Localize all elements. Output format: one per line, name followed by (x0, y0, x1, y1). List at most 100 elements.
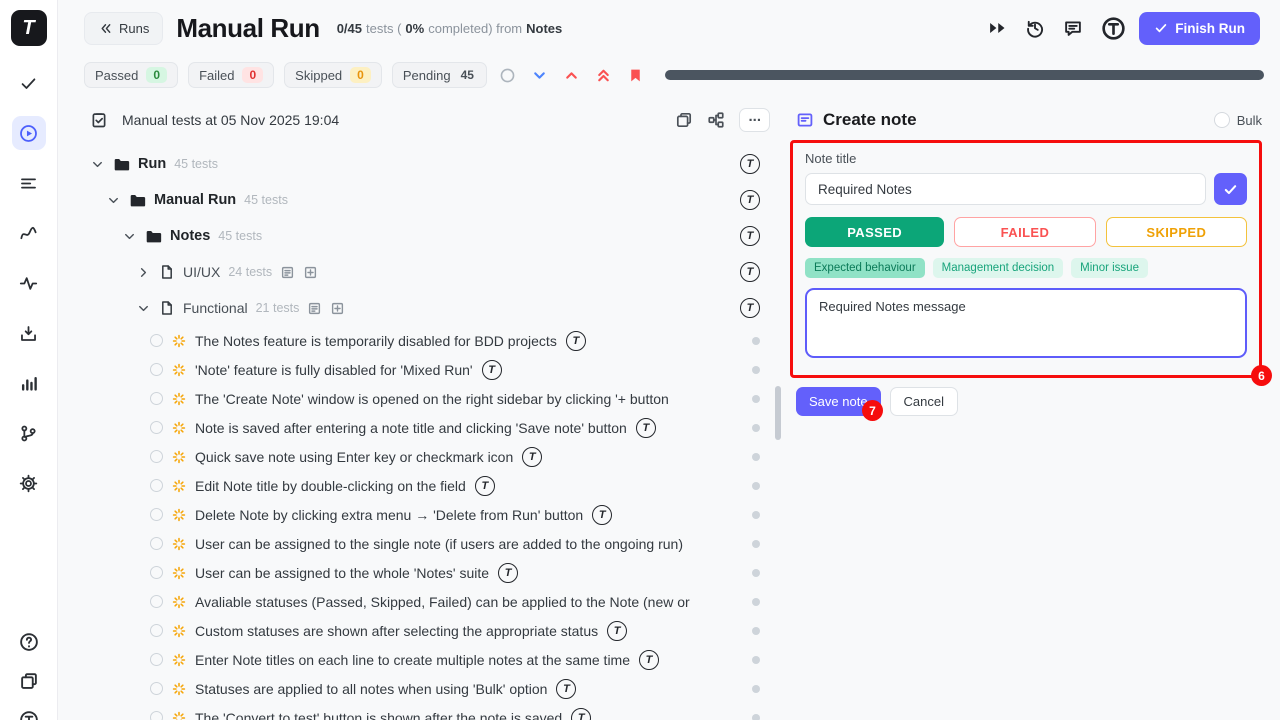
filter-passed[interactable]: Passed 0 (84, 62, 178, 88)
add-plus-icon[interactable] (330, 301, 345, 316)
import-nav-icon[interactable] (12, 316, 46, 350)
analytics-nav-icon[interactable] (12, 366, 46, 400)
note-message-textarea[interactable]: Required Notes message (805, 288, 1247, 358)
test-row[interactable]: User can be assigned to the whole 'Notes… (90, 558, 772, 587)
note-title-input[interactable] (805, 173, 1206, 205)
testomat-badge-icon[interactable]: T (556, 679, 576, 699)
hierarchy-icon[interactable] (707, 111, 725, 129)
test-row[interactable]: Statuses are applied to all notes when u… (90, 674, 772, 703)
test-status-circle[interactable] (150, 537, 163, 550)
testomat-badge-icon[interactable]: T (571, 708, 591, 720)
chevron-down-icon[interactable] (136, 301, 151, 316)
test-status-circle[interactable] (150, 566, 163, 579)
test-row[interactable]: The 'Convert to test' button is shown af… (90, 703, 772, 720)
test-list-nav-icon[interactable] (12, 166, 46, 200)
chevron-up-icon[interactable] (561, 64, 583, 86)
testomat-badge-icon[interactable]: T (740, 226, 760, 246)
cancel-button[interactable]: Cancel (890, 387, 958, 416)
tree-suite-uiux[interactable]: UI/UX 24 tests T (90, 254, 772, 290)
chevron-down-icon[interactable] (122, 229, 137, 244)
tree-folder-manual-run[interactable]: Manual Run 45 tests T (90, 182, 772, 218)
testomat-badge-icon[interactable]: T (592, 505, 612, 525)
testomat-badge-icon[interactable]: T (522, 447, 542, 467)
test-status-circle[interactable] (150, 624, 163, 637)
status-circle-icon[interactable] (497, 64, 519, 86)
testomat-badge-icon[interactable]: T (498, 563, 518, 583)
help-icon[interactable] (17, 630, 41, 654)
finish-run-button[interactable]: Finish Run (1139, 12, 1260, 45)
projects-layers-icon[interactable] (17, 669, 41, 693)
test-row[interactable]: The Notes feature is temporarily disable… (90, 326, 772, 355)
checkmark-nav-icon[interactable] (12, 66, 46, 100)
progress-suite-link[interactable]: Notes (526, 21, 562, 36)
test-row[interactable]: Custom statuses are shown after selectin… (90, 616, 772, 645)
passed-status-button[interactable]: PASSED (805, 217, 944, 247)
chevron-right-icon[interactable] (136, 265, 151, 280)
chevron-down-icon[interactable] (529, 64, 551, 86)
clipboard-icon[interactable] (90, 111, 108, 129)
more-options-button[interactable]: ... (739, 108, 770, 132)
test-row[interactable]: User can be assigned to the single note … (90, 529, 772, 558)
double-chevron-up-icon[interactable] (593, 64, 615, 86)
branch-nav-icon[interactable] (12, 416, 46, 450)
test-row[interactable]: Note is saved after entering a note titl… (90, 413, 772, 442)
testomat-badge-icon[interactable]: T (607, 621, 627, 641)
test-status-circle[interactable] (150, 479, 163, 492)
quick-save-check-button[interactable] (1214, 173, 1247, 205)
bookmark-icon[interactable] (625, 64, 647, 86)
filter-failed[interactable]: Failed 0 (188, 62, 274, 88)
bulk-checkbox[interactable] (1214, 112, 1230, 128)
filter-skipped[interactable]: Skipped 0 (284, 62, 382, 88)
test-status-circle[interactable] (150, 711, 163, 720)
tag-management-decision[interactable]: Management decision (933, 258, 1064, 278)
test-row[interactable]: The 'Create Note' window is opened on th… (90, 384, 772, 413)
note-lines-icon[interactable] (307, 301, 322, 316)
testomat-badge-icon[interactable]: T (740, 154, 760, 174)
copy-icon[interactable] (675, 111, 693, 129)
testomat-badge-icon[interactable]: T (475, 476, 495, 496)
testomat-badge-icon[interactable]: T (740, 298, 760, 318)
skipped-status-button[interactable]: SKIPPED (1106, 217, 1247, 247)
runs-nav-icon[interactable] (12, 116, 46, 150)
test-row[interactable]: Edit Note title by double-clicking on th… (90, 471, 772, 500)
back-to-runs-button[interactable]: Runs (84, 12, 163, 45)
test-row[interactable]: Enter Note titles on each line to create… (90, 645, 772, 674)
fast-forward-icon[interactable] (987, 18, 1007, 38)
flaky-nav-icon[interactable] (12, 216, 46, 250)
testomat-badge-icon[interactable]: T (566, 331, 586, 351)
app-logo[interactable]: T (11, 10, 47, 46)
test-status-circle[interactable] (150, 595, 163, 608)
testomat-badge-icon[interactable]: T (740, 262, 760, 282)
profile-t-icon[interactable] (17, 708, 41, 720)
test-row[interactable]: Avaliable statuses (Passed, Skipped, Fai… (90, 587, 772, 616)
tree-folder-run[interactable]: Run 45 tests T (90, 146, 772, 182)
test-row[interactable]: Delete Note by clicking extra menu → 'De… (90, 500, 772, 529)
history-retry-icon[interactable] (1025, 18, 1045, 38)
tag-expected-behaviour[interactable]: Expected behaviour (805, 258, 925, 278)
test-status-circle[interactable] (150, 363, 163, 376)
tag-minor-issue[interactable]: Minor issue (1071, 258, 1148, 278)
bulk-toggle[interactable]: Bulk (1214, 112, 1262, 128)
test-status-circle[interactable] (150, 334, 163, 347)
failed-status-button[interactable]: FAILED (954, 217, 1095, 247)
test-status-circle[interactable] (150, 421, 163, 434)
settings-gear-icon[interactable] (12, 466, 46, 500)
testomat-logo-icon[interactable] (1101, 16, 1126, 41)
testomat-badge-icon[interactable]: T (636, 418, 656, 438)
testomat-badge-icon[interactable]: T (740, 190, 760, 210)
testomat-badge-icon[interactable]: T (639, 650, 659, 670)
test-status-circle[interactable] (150, 653, 163, 666)
testomat-badge-icon[interactable]: T (482, 360, 502, 380)
chevron-down-icon[interactable] (90, 157, 105, 172)
test-row[interactable]: 'Note' feature is fully disabled for 'Mi… (90, 355, 772, 384)
chevron-down-icon[interactable] (106, 193, 121, 208)
tree-folder-notes[interactable]: Notes 45 tests T (90, 218, 772, 254)
test-status-circle[interactable] (150, 450, 163, 463)
tree-suite-functional[interactable]: Functional 21 tests T (90, 290, 772, 326)
add-plus-icon[interactable] (303, 265, 318, 280)
filter-pending[interactable]: Pending 45 (392, 62, 487, 88)
test-status-circle[interactable] (150, 392, 163, 405)
test-status-circle[interactable] (150, 508, 163, 521)
scrollbar-thumb[interactable] (775, 386, 781, 440)
pulse-nav-icon[interactable] (12, 266, 46, 300)
